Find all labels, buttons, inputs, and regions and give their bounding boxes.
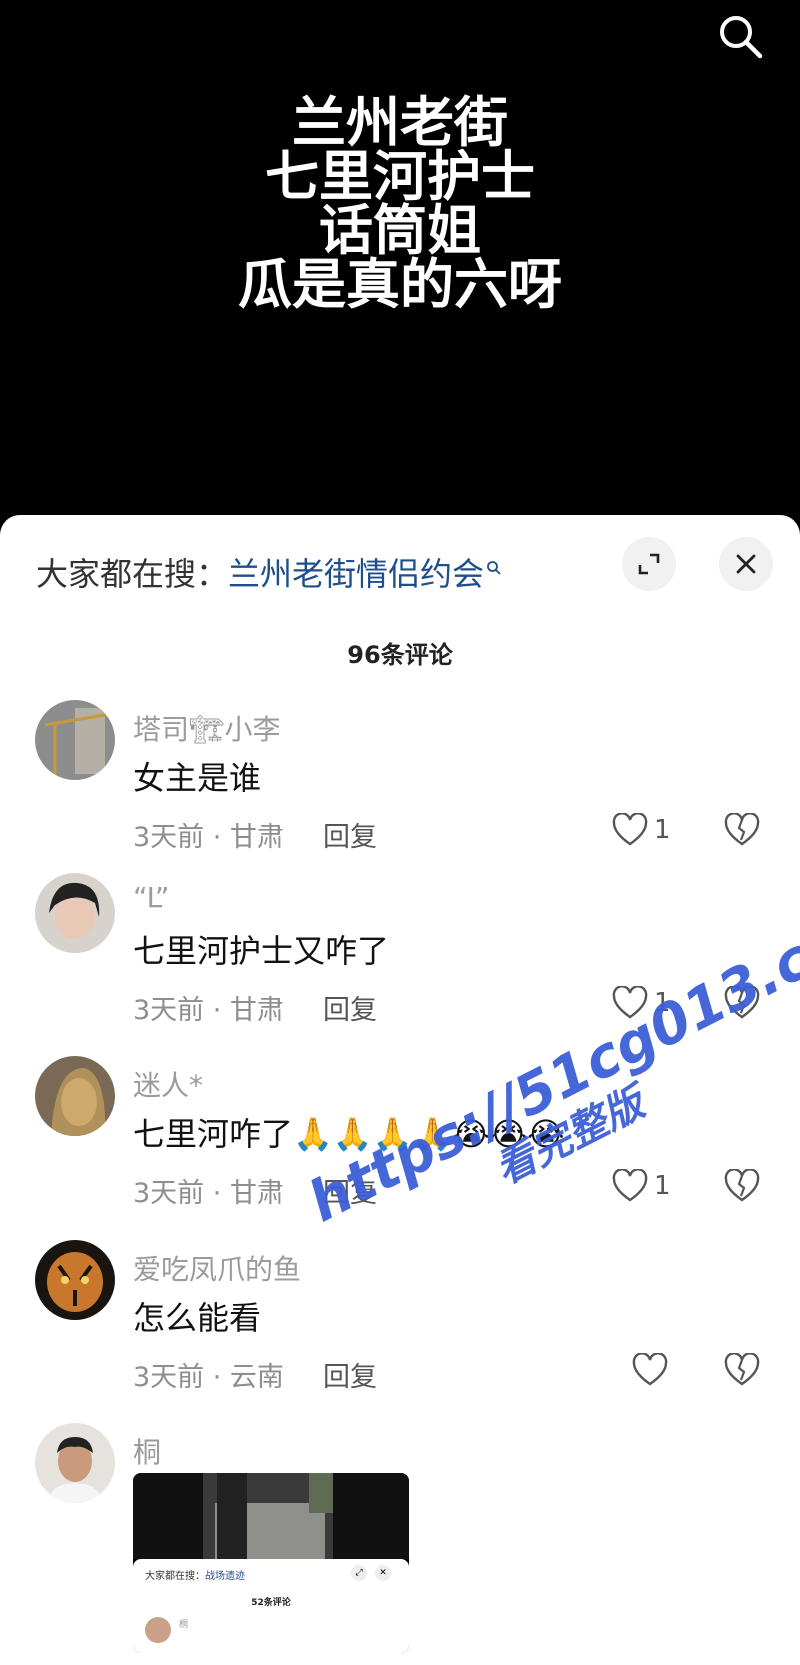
comment-username[interactable]: 桐 xyxy=(133,1431,161,1471)
avatar[interactable] xyxy=(35,873,115,953)
thumbnail-close-icon: ✕ xyxy=(375,1565,391,1581)
thumbnail-expand-icon: ⤢ xyxy=(351,1565,367,1581)
reply-button[interactable]: 回复 xyxy=(323,815,377,854)
like-button[interactable]: 1 xyxy=(612,810,671,850)
comment-text: 怎么能看 xyxy=(133,1299,262,1337)
close-button[interactable] xyxy=(719,537,773,591)
comment-username[interactable]: 塔司🏗小李 xyxy=(133,708,281,748)
comment-text: 七里河护士又咋了 xyxy=(133,932,390,970)
comment-text: 女主是谁 xyxy=(133,759,262,797)
broken-heart-icon xyxy=(724,1169,760,1202)
thumbnail-avatar xyxy=(145,1617,171,1643)
headline-line: 七里河护士 xyxy=(265,145,535,208)
comment-username[interactable]: 迷人* xyxy=(133,1064,203,1104)
search-icon xyxy=(720,16,763,59)
video-headline: 兰州老街 七里河护士 话筒姐 瓜是真的六呀 xyxy=(0,96,800,312)
trending-search-prefix: 大家都在搜： xyxy=(36,555,229,593)
avatar[interactable] xyxy=(35,1056,115,1136)
like-count: 1 xyxy=(654,988,671,1018)
broken-heart-icon xyxy=(724,1353,760,1386)
comment-meta: 3天前 · 云南 xyxy=(133,1362,284,1393)
like-button[interactable]: 1 xyxy=(612,983,671,1023)
reply-button[interactable]: 回复 xyxy=(323,988,377,1027)
trending-search-link[interactable]: 兰州老街情侣约会 xyxy=(228,549,484,595)
like-button[interactable]: 1 xyxy=(612,1166,671,1206)
avatar[interactable] xyxy=(35,1423,115,1503)
close-icon xyxy=(736,554,756,574)
reply-button[interactable]: 回复 xyxy=(323,1355,377,1394)
thumbnail-search-link: 战场遗迹 xyxy=(205,1571,245,1582)
like-count: 1 xyxy=(654,815,671,845)
comment-item: 迷人* 七里河咋了🙏🙏🙏🙏😭😭😭 3天前 · 甘肃 回复 1 xyxy=(0,1056,800,1236)
heart-icon xyxy=(612,813,648,846)
heart-icon xyxy=(632,1353,668,1386)
thumbnail-comment-count: 52条评论 xyxy=(251,1598,291,1608)
thumbnail-username: 桐 xyxy=(179,1620,189,1630)
comment-item: 塔司🏗小李 女主是谁 3天前 · 甘肃 回复 1 xyxy=(0,700,800,880)
avatar[interactable] xyxy=(35,700,115,780)
dislike-button[interactable] xyxy=(722,983,762,1023)
expand-icon xyxy=(638,553,660,575)
comment-meta: 3天前 · 甘肃 xyxy=(133,1178,284,1209)
comment-username[interactable]: 爱吃凤爪的鱼 xyxy=(133,1248,301,1288)
trending-search: 大家都在搜： 兰州老街情侣约会 xyxy=(36,545,502,599)
heart-icon xyxy=(612,1169,648,1202)
thumbnail-comment-sheet: 大家都在搜：战场遗迹 ⤢ ✕ 52条评论 桐 xyxy=(133,1559,409,1653)
headline-line: 兰州老街 xyxy=(292,91,508,154)
comment-sheet: 大家都在搜： 兰州老街情侣约会 96条评论 塔司🏗小李 女主是谁 3天前 · 甘… xyxy=(0,515,800,1665)
comment-image[interactable]: 大家都在搜：战场遗迹 ⤢ ✕ 52条评论 桐 xyxy=(133,1473,409,1653)
reply-button[interactable]: 回复 xyxy=(323,1171,377,1210)
comment-item: “L” 七里河护士又咋了 3天前 · 甘肃 回复 1 xyxy=(0,873,800,1053)
comment-item: 爱吃凤爪的鱼 怎么能看 3天前 · 云南 回复 xyxy=(0,1240,800,1420)
broken-heart-icon xyxy=(724,813,760,846)
comment-meta: 3天前 · 甘肃 xyxy=(133,995,284,1026)
video-area[interactable]: 兰州老街 七里河护士 话筒姐 瓜是真的六呀 xyxy=(0,0,800,530)
dislike-button[interactable] xyxy=(722,810,762,850)
comment-text: 七里河咋了🙏🙏🙏🙏😭😭😭 xyxy=(133,1115,565,1153)
small-search-icon xyxy=(486,546,502,584)
dislike-button[interactable] xyxy=(722,1350,762,1390)
like-button[interactable] xyxy=(632,1350,668,1390)
search-button[interactable] xyxy=(712,8,768,64)
headline-line: 话筒姐 xyxy=(319,199,481,262)
dislike-button[interactable] xyxy=(722,1166,762,1206)
comment-username[interactable]: “L” xyxy=(133,881,169,914)
thumbnail-search-row: 大家都在搜：战场遗迹 xyxy=(145,1567,245,1582)
like-count: 1 xyxy=(654,1171,671,1201)
thumbnail-search-prefix: 大家都在搜： xyxy=(145,1571,205,1582)
comment-count: 96条评论 xyxy=(347,641,453,669)
avatar[interactable] xyxy=(35,1240,115,1320)
expand-button[interactable] xyxy=(622,537,676,591)
broken-heart-icon xyxy=(724,986,760,1019)
headline-line: 瓜是真的六呀 xyxy=(238,253,562,316)
comment-item: 桐 大家都在搜：战场遗迹 ⤢ ✕ 52条评论 桐 xyxy=(0,1423,800,1665)
heart-icon xyxy=(612,986,648,1019)
comment-meta: 3天前 · 甘肃 xyxy=(133,822,284,853)
